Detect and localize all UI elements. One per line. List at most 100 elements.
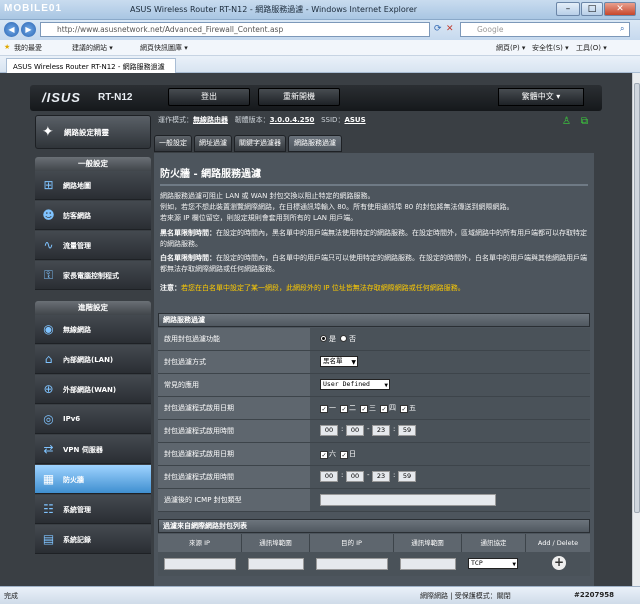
search-icon[interactable]: ⌕ [620, 24, 624, 34]
web-slice-gallery-link[interactable]: 網頁快訊圖庫 ▾ [140, 43, 188, 53]
protocol-select[interactable]: TCP ▼ [468, 558, 518, 569]
favorites-button[interactable]: 我的最愛 [14, 43, 42, 53]
add-icon[interactable]: + [552, 556, 566, 570]
ssid-label: SSID： [321, 116, 345, 124]
day-mon-checkbox[interactable]: ✓ 一 [320, 403, 336, 413]
day-sun-checkbox[interactable]: ✓ 日 [340, 449, 356, 459]
mode-value-link[interactable]: 無線路由器 [193, 116, 228, 124]
url-input[interactable]: http://www.asusnetwork.net/Advanced_Fire… [40, 22, 430, 37]
sidebar-item-system-log[interactable]: ▤ 系統記錄 [35, 525, 151, 554]
sidebar-item-firewall[interactable]: ▦ 防火牆 [35, 465, 151, 494]
list-input-row: TCP ▼ + [158, 552, 590, 576]
filter-row-weekend-time: 封包過濾程式啟用時間 00 : 00 - 23 : 59 [158, 466, 590, 489]
filter-mode-select[interactable]: 黑名單 ▼ [320, 356, 358, 367]
user-icon[interactable]: ♙ [560, 115, 573, 128]
well-known-app-select[interactable]: User Defined ▼ [320, 379, 390, 390]
day-wed-checkbox[interactable]: ✓ 三 [360, 403, 376, 413]
end-minute-input[interactable]: 59 [398, 471, 416, 482]
dest-ip-input[interactable] [316, 558, 388, 570]
select-value: User Defined [323, 380, 370, 388]
vertical-scrollbar[interactable] [632, 73, 640, 586]
source-port-input[interactable] [248, 558, 304, 570]
sidebar-item-wan[interactable]: ⊕ 外部網路(WAN) [35, 375, 151, 404]
sidebar-item-administration[interactable]: ☷ 系統管理 [35, 495, 151, 524]
sidebar-item-parental-control[interactable]: ⚿ 家長電腦控制程式 [35, 261, 151, 290]
end-hour-input[interactable]: 23 [372, 471, 390, 482]
search-input[interactable]: Google [460, 22, 630, 37]
language-select[interactable]: 繁體中文 ▾ [498, 88, 584, 106]
ssid-value-link[interactable]: ASUS [344, 116, 365, 124]
enable-yes-radio[interactable]: 是 [320, 334, 336, 344]
end-minute-input[interactable]: 59 [398, 425, 416, 436]
minimize-button[interactable]: – [556, 2, 580, 16]
day-tue-checkbox[interactable]: ✓ 二 [340, 403, 356, 413]
status-done: 完成 [4, 592, 18, 600]
tab-general[interactable]: 一般設定 [154, 135, 192, 152]
row-value: 是 否 [310, 328, 590, 350]
day-sat-checkbox[interactable]: ✓ 六 [320, 449, 336, 459]
day-fri-checkbox[interactable]: ✓ 五 [400, 403, 416, 413]
logout-button[interactable]: 登出 [168, 88, 250, 106]
forward-icon[interactable]: ▶ [21, 22, 36, 37]
enable-no-radio[interactable]: 否 [340, 334, 356, 344]
qis-button[interactable]: ✦ 網路設定精靈 [35, 115, 151, 149]
start-hour-input[interactable]: 00 [320, 471, 338, 482]
administration-icon: ☷ [43, 502, 54, 516]
start-hour-input[interactable]: 00 [320, 425, 338, 436]
colon-separator: : [393, 471, 396, 479]
note-label: 注意： [160, 284, 181, 292]
col-port-range-2: 通訊埠範圍 [394, 534, 462, 552]
sidebar-item-network-map[interactable]: ⊞ 網路地圖 [35, 171, 151, 200]
advanced-settings-header: 進階設定 [35, 301, 151, 315]
sidebar-item-lan[interactable]: ⌂ 內部網路(LAN) [35, 345, 151, 374]
row-value: 00 : 00 - 23 : 59 [310, 420, 590, 442]
firmware-value-link[interactable]: 3.0.0.4.250 [270, 116, 315, 124]
sidebar-item-vpn[interactable]: ⇄ VPN 伺服器 [35, 435, 151, 464]
firewall-icon: ▦ [42, 472, 55, 486]
icmp-type-input[interactable] [320, 494, 496, 506]
scrollbar-thumb[interactable] [634, 83, 640, 513]
col-dest-ip: 目的 IP [310, 534, 394, 552]
usb-icon[interactable]: ⧉ [578, 115, 591, 128]
row-value: ✓ 六 ✓ 日 [310, 443, 590, 465]
end-hour-input[interactable]: 23 [372, 425, 390, 436]
dest-port-input[interactable] [400, 558, 456, 570]
page-menu[interactable]: 網頁(P) ▾ [496, 43, 525, 53]
sidebar-item-traffic-manager[interactable]: ∿ 流量管理 [35, 231, 151, 260]
sidebar-item-guest-network[interactable]: ☻ 訪客網路 [35, 201, 151, 230]
back-icon[interactable]: ◀ [4, 22, 19, 37]
day-thu-checkbox[interactable]: ✓ 四 [380, 403, 396, 413]
start-minute-input[interactable]: 00 [346, 425, 364, 436]
row-label: 封包過濾程式啟用日期 [158, 443, 310, 465]
tab-network-services-filter[interactable]: 網路服務過濾 [288, 135, 342, 152]
maximize-button[interactable]: □ [581, 2, 603, 16]
check-icon: ✓ [400, 405, 408, 413]
tools-menu[interactable]: 工具(O) ▾ [576, 43, 607, 53]
close-button[interactable]: ✕ [604, 2, 636, 16]
radio-dot [340, 335, 347, 342]
reboot-button[interactable]: 重新開機 [258, 88, 340, 106]
favorites-star-icon[interactable]: ★ [4, 43, 10, 51]
sidebar-item-wireless[interactable]: ◉ 無線網路 [35, 315, 151, 344]
day-label: 日 [349, 450, 356, 458]
row-label: 過濾後的 ICMP 封包類型 [158, 489, 310, 511]
qis-label: 網路設定精靈 [64, 128, 109, 137]
source-ip-input[interactable] [164, 558, 236, 570]
sidebar-item-ipv6[interactable]: ◎ IPv6 [35, 405, 151, 434]
refresh-icon[interactable]: ⟳ [434, 24, 442, 34]
zone-info: 網際網路 | 受保護模式：關閉 [420, 592, 511, 600]
check-icon: ✓ [320, 405, 328, 413]
stop-icon[interactable]: ✕ [446, 24, 454, 34]
start-minute-input[interactable]: 00 [346, 471, 364, 482]
suggested-sites-link[interactable]: 建議的網站 ▾ [72, 43, 113, 53]
traffic-manager-icon: ∿ [43, 238, 54, 252]
wireless-icon: ◉ [43, 322, 54, 336]
row-label: 常見的應用 [158, 374, 310, 396]
tab-url-filter[interactable]: 網址過濾 [194, 135, 232, 152]
blacklist-label: 黑名單限制時間： [160, 229, 216, 237]
tab-keyword-filter[interactable]: 關鍵字過濾器 [234, 135, 286, 152]
safety-menu[interactable]: 安全性(S) ▾ [532, 43, 569, 53]
day-label: 六 [329, 450, 336, 458]
browser-tab[interactable]: ASUS Wireless Router RT-N12 - 網路服務過濾 [6, 58, 176, 73]
ipv6-icon: ◎ [43, 412, 54, 426]
